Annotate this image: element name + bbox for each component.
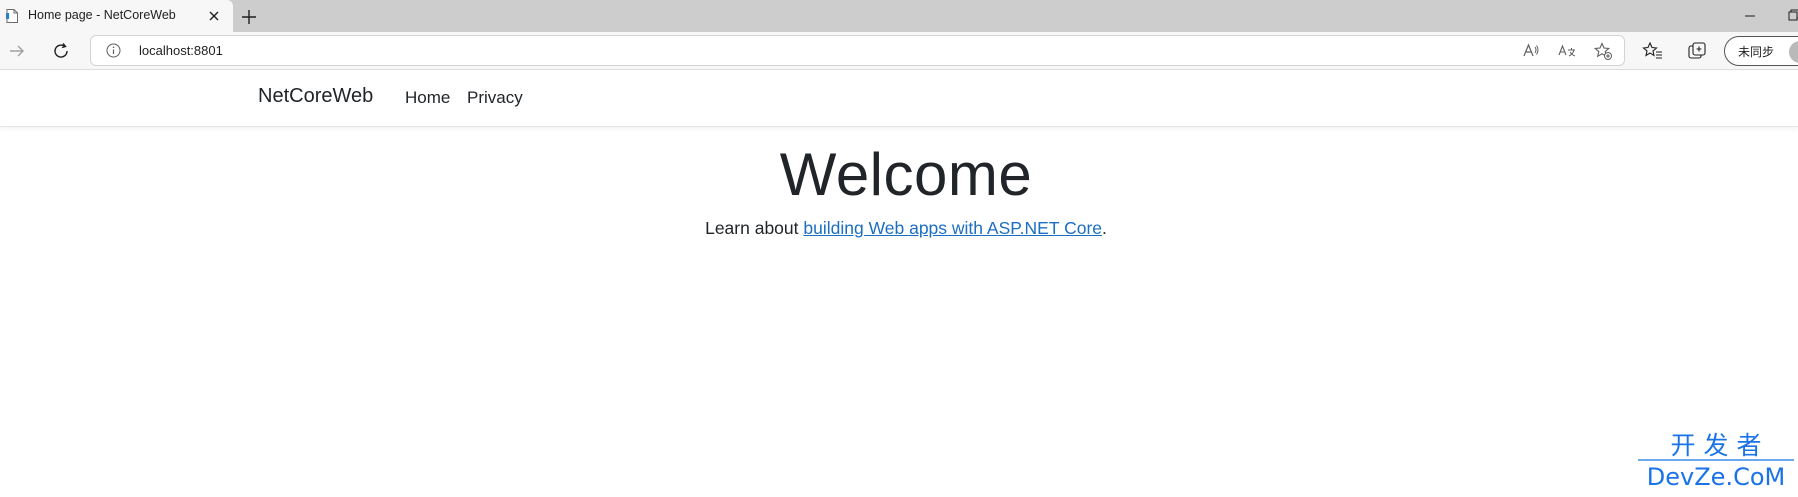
site-navbar: NetCoreWeb Home Privacy xyxy=(0,71,1798,127)
address-bar[interactable]: localhost:8801 xyxy=(90,35,1625,66)
page-favicon-icon xyxy=(6,9,18,23)
watermark-line2: DevZe.CoM xyxy=(1647,463,1785,490)
restore-icon[interactable] xyxy=(1784,8,1798,24)
url-text: localhost:8801 xyxy=(139,43,223,58)
learn-suffix: . xyxy=(1102,218,1107,238)
learn-paragraph: Learn about building Web apps with ASP.N… xyxy=(0,218,1798,239)
nav-link-home[interactable]: Home xyxy=(405,88,450,108)
learn-prefix: Learn about xyxy=(705,218,804,238)
tab-strip: Home page - NetCoreWeb xyxy=(0,0,1798,32)
avatar xyxy=(1789,41,1798,63)
browser-toolbar: localhost:8801 未同步 xyxy=(0,32,1798,70)
translate-icon[interactable] xyxy=(1557,41,1577,61)
site-brand[interactable]: NetCoreWeb xyxy=(258,85,373,108)
collections-icon[interactable] xyxy=(1686,40,1708,62)
profile-button[interactable]: 未同步 xyxy=(1724,36,1798,66)
info-icon[interactable] xyxy=(105,42,122,59)
minimize-icon[interactable] xyxy=(1740,8,1760,24)
favorites-icon[interactable] xyxy=(1642,40,1664,62)
close-icon[interactable] xyxy=(206,8,222,24)
plus-icon[interactable] xyxy=(238,6,260,28)
tab-title: Home page - NetCoreWeb xyxy=(28,8,176,22)
reload-icon[interactable] xyxy=(50,40,72,62)
watermark-line1: 开 发 者 xyxy=(1671,431,1762,460)
page-title: Welcome xyxy=(779,141,1033,208)
add-favorite-icon[interactable] xyxy=(1593,41,1613,61)
browser-tab[interactable]: Home page - NetCoreWeb xyxy=(0,0,233,32)
docs-link[interactable]: building Web apps with ASP.NET Core xyxy=(803,218,1102,238)
profile-label: 未同步 xyxy=(1738,45,1775,59)
watermark-logo: 开 发 者 DevZe.CoM xyxy=(1638,431,1794,490)
read-aloud-icon[interactable] xyxy=(1521,41,1541,61)
nav-link-privacy[interactable]: Privacy xyxy=(467,88,523,108)
forward-icon[interactable] xyxy=(6,40,28,62)
